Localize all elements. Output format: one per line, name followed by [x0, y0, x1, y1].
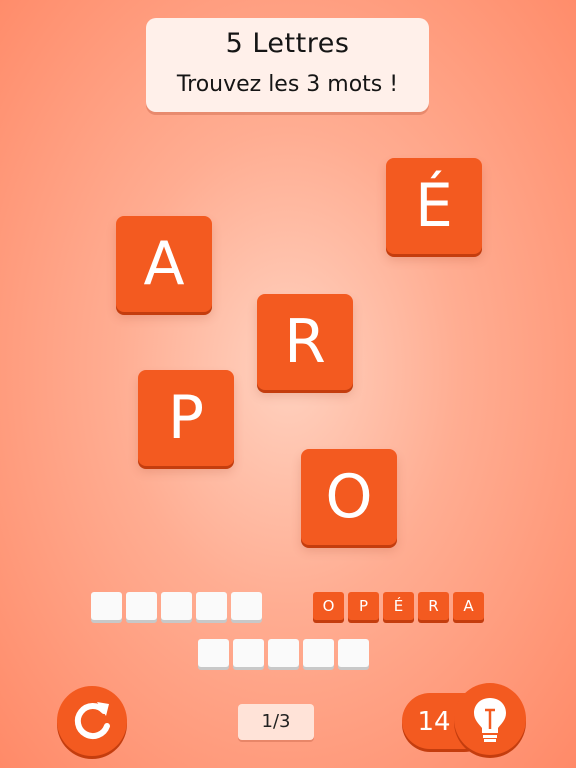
hint-count: 14 — [417, 707, 451, 737]
letter-tile-e-acute[interactable]: É — [386, 158, 482, 254]
found-letter: O — [313, 592, 344, 620]
empty-slot — [198, 639, 229, 667]
word-slots-1 — [91, 592, 262, 620]
empty-slot — [303, 639, 334, 667]
empty-slot — [231, 592, 262, 620]
word-progress: 1/3 — [238, 704, 314, 740]
empty-slot — [233, 639, 264, 667]
found-word: O P É R A — [313, 592, 484, 620]
lightbulb-icon — [474, 698, 506, 742]
letter-tile-a[interactable]: A — [116, 216, 212, 312]
found-letter: É — [383, 592, 414, 620]
letter-tile-r[interactable]: R — [257, 294, 353, 390]
title-card: 5 Lettres Trouvez les 3 mots ! — [146, 18, 429, 112]
empty-slot — [338, 639, 369, 667]
level-title: 5 Lettres — [225, 28, 350, 59]
found-letter: R — [418, 592, 449, 620]
hint-button[interactable] — [454, 683, 526, 755]
refresh-button[interactable] — [57, 686, 127, 756]
empty-slot — [126, 592, 157, 620]
empty-slot — [161, 592, 192, 620]
letter-tile-p[interactable]: P — [138, 370, 234, 466]
found-letter: P — [348, 592, 379, 620]
level-instruction: Trouvez les 3 mots ! — [176, 72, 399, 97]
refresh-icon — [74, 702, 110, 740]
empty-slot — [196, 592, 227, 620]
found-letter: A — [453, 592, 484, 620]
word-slots-3 — [198, 639, 369, 667]
empty-slot — [268, 639, 299, 667]
letter-tile-o[interactable]: O — [301, 449, 397, 545]
empty-slot — [91, 592, 122, 620]
